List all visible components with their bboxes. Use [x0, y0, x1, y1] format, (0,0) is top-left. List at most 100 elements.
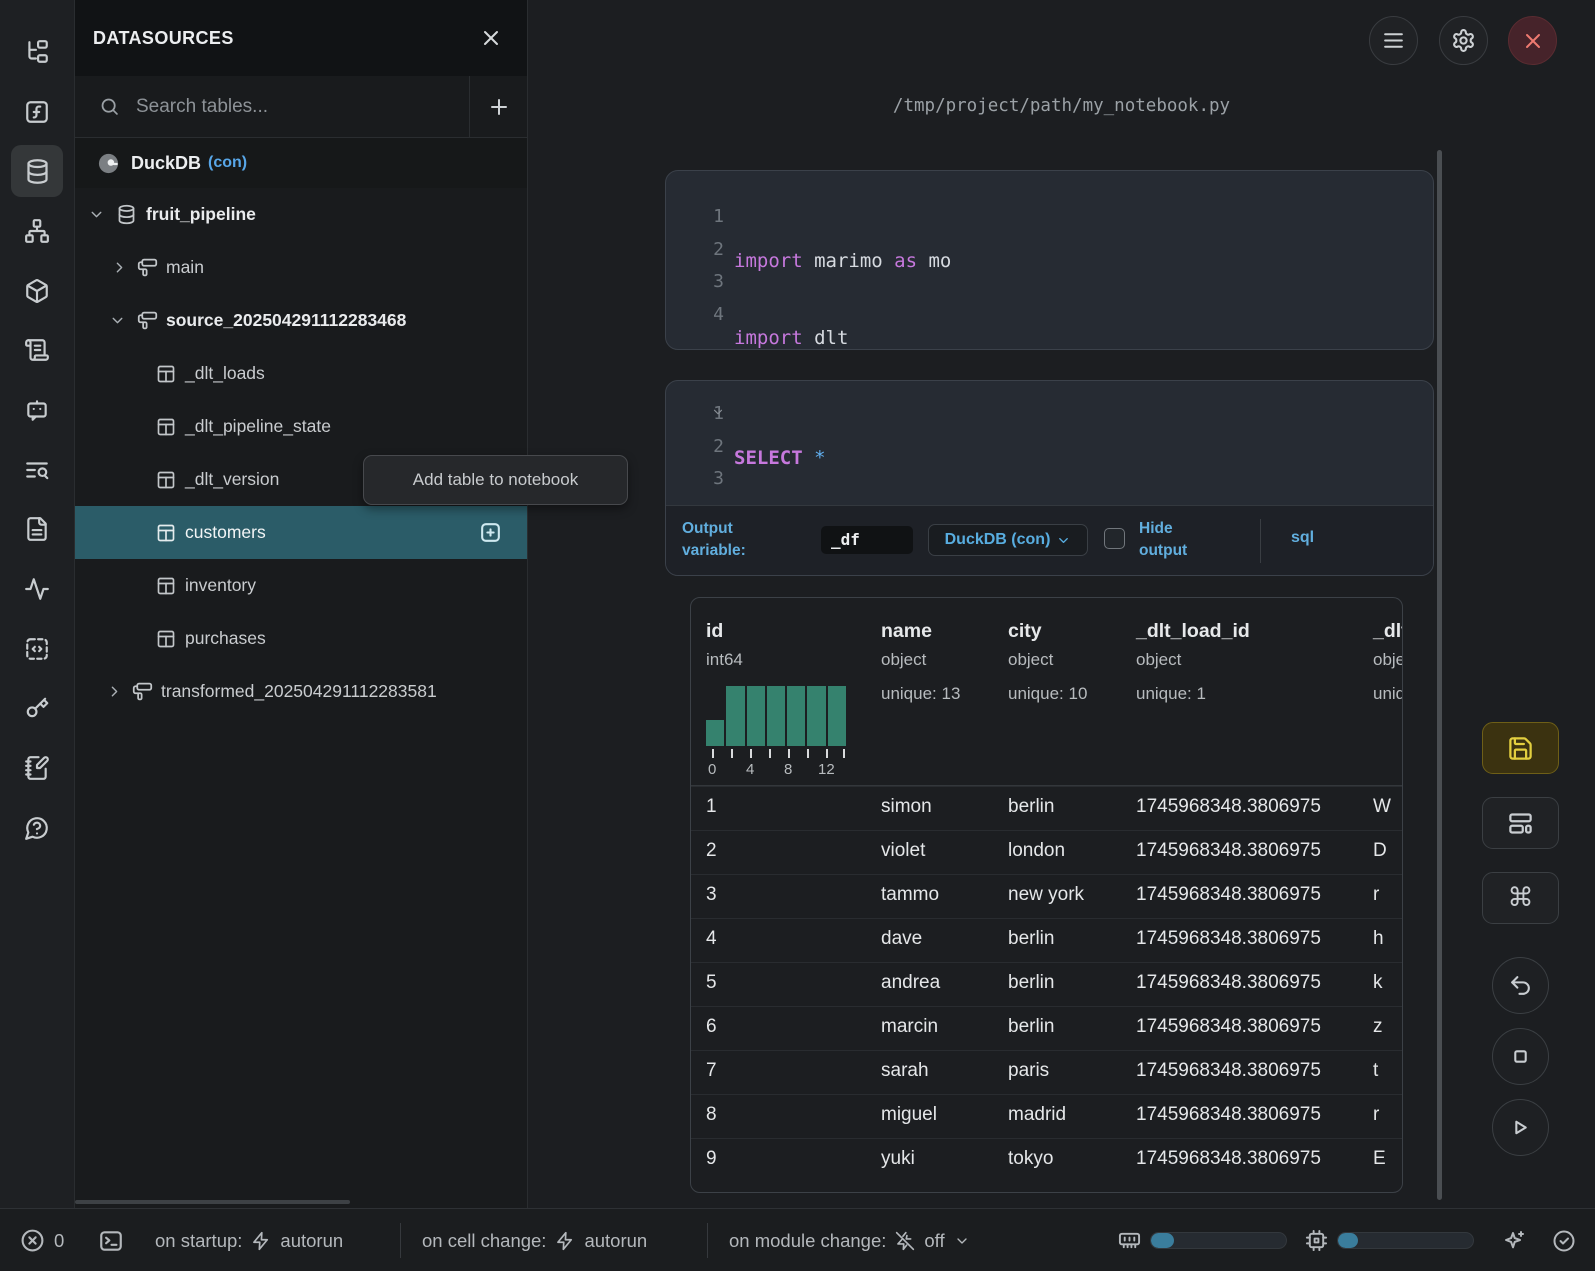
table-row[interactable]: 8miguelmadrid1745968348.3806975r [691, 1094, 1402, 1138]
close-icon [1521, 29, 1545, 53]
tree-item-table[interactable]: _dlt_pipeline_state [75, 400, 527, 453]
save-button[interactable] [1482, 722, 1559, 774]
activity-icon[interactable] [11, 563, 63, 615]
activity-rail [0, 0, 75, 1208]
table-row[interactable]: 7sarahparis1745968348.3806975t [691, 1050, 1402, 1094]
menu-icon [1381, 28, 1406, 53]
search-icon [99, 96, 120, 117]
tree-item-schema[interactable]: main [75, 241, 527, 294]
marimo-window: DATASOURCES DuckDB (con) fruit_pipeline … [0, 0, 1595, 1271]
code-editor[interactable]: import marimo as mo import dlt pipeline … [734, 201, 1425, 350]
table-row[interactable]: 9yukitokyo1745968348.3806975E [691, 1138, 1402, 1182]
play-icon [1508, 1115, 1533, 1140]
snippets-icon[interactable] [11, 623, 63, 675]
on-module-change-setting[interactable]: on module change: off [729, 1209, 970, 1271]
engine-dropdown[interactable]: DuckDB (con) [928, 524, 1088, 556]
tree-item-database[interactable]: fruit_pipeline [75, 188, 527, 241]
help-icon[interactable] [11, 802, 63, 854]
add-table-to-notebook-button[interactable] [478, 520, 503, 545]
sparkles-icon [1502, 1229, 1526, 1253]
documentation-icon[interactable] [11, 503, 63, 555]
tree-item-schema[interactable]: source_202504291112283468 [75, 294, 527, 347]
file-tree-icon[interactable] [11, 26, 63, 78]
sql-cell[interactable]: 1 2 3 SELECT * FROM source_2025042911122… [665, 380, 1434, 576]
id-histogram [706, 686, 846, 746]
terminal-button[interactable] [98, 1209, 124, 1271]
chevron-down-icon[interactable] [88, 206, 105, 223]
connection-row-duckdb[interactable]: DuckDB (con) [75, 138, 527, 188]
chevron-right-icon[interactable] [111, 259, 128, 276]
tree-item-table[interactable]: purchases [75, 612, 527, 665]
on-cell-change-setting[interactable]: on cell change: autorun [422, 1209, 647, 1271]
tree-item-schema[interactable]: transformed_202504291112283581 [75, 665, 527, 718]
secrets-key-icon[interactable] [11, 682, 63, 734]
datasources-icon[interactable] [11, 145, 63, 197]
errors-indicator[interactable]: 0 [20, 1209, 64, 1271]
stop-button[interactable] [1492, 1028, 1549, 1085]
line-numbers: 1 2 3 [666, 381, 724, 496]
output-variable-input[interactable]: _df [821, 526, 913, 554]
table-row[interactable]: 5andreaberlin1745968348.3806975k [691, 962, 1402, 1006]
terminal-icon [98, 1228, 124, 1254]
panel-title: DATASOURCES [93, 28, 479, 49]
scroll-log-icon[interactable] [11, 324, 63, 376]
database-icon [116, 204, 137, 225]
schema-icon [137, 310, 158, 331]
vertical-scrollbar[interactable] [1437, 150, 1442, 1200]
connection-status[interactable] [1552, 1209, 1576, 1271]
horizontal-scrollbar[interactable] [75, 1200, 350, 1204]
table-row[interactable]: 6marcinberlin1745968348.3806975z [691, 1006, 1402, 1050]
python-cell[interactable]: 1 2 3 4 import marimo as mo import dlt p… [665, 170, 1434, 350]
hide-output-label: Hide output [1139, 518, 1209, 563]
undo-button[interactable] [1492, 957, 1549, 1014]
panel-layout-icon [1507, 810, 1534, 837]
add-datasource-button[interactable] [470, 76, 527, 138]
search-input[interactable] [134, 95, 469, 119]
duckdb-logo-icon [97, 152, 120, 175]
functions-icon[interactable] [11, 86, 63, 138]
line-numbers: 1 2 3 4 [666, 171, 724, 331]
menu-button[interactable] [1369, 16, 1418, 65]
table-row[interactable]: 1simonberlin1745968348.3806975W [691, 786, 1402, 830]
keyboard-shortcuts-button[interactable]: ⌘ [1482, 872, 1559, 924]
dependencies-icon[interactable] [11, 205, 63, 257]
tree-item-table[interactable]: _dlt_loads [75, 347, 527, 400]
packages-icon[interactable] [11, 265, 63, 317]
ram-icon [1118, 1229, 1141, 1252]
chevron-down-icon[interactable] [109, 312, 126, 329]
hide-output-checkbox[interactable] [1104, 528, 1125, 549]
fold-chevron-icon[interactable] [711, 405, 725, 419]
close-panel-icon[interactable] [479, 26, 503, 50]
chevron-right-icon[interactable] [106, 683, 123, 700]
table-row[interactable]: 4daveberlin1745968348.3806975h [691, 918, 1402, 962]
divider [400, 1223, 401, 1258]
table-search-bar [75, 76, 527, 138]
chevron-down-icon [1056, 533, 1071, 548]
shutdown-button[interactable] [1508, 16, 1557, 65]
tree-item-table-customers-selected[interactable]: customers [75, 506, 527, 559]
table-icon [156, 629, 176, 649]
output-variable-label: Output variable: [682, 518, 772, 563]
table-row[interactable]: 2violetlondon1745968348.3806975D [691, 830, 1402, 874]
chevron-down-icon [954, 1233, 970, 1249]
schema-icon [132, 681, 153, 702]
settings-button[interactable] [1439, 16, 1488, 65]
connection-name: DuckDB [131, 153, 201, 174]
ram-usage[interactable] [1118, 1209, 1287, 1271]
gear-icon [1451, 28, 1476, 53]
table-row[interactable]: 3tammonew york1745968348.3806975r [691, 874, 1402, 918]
command-icon: ⌘ [1508, 883, 1534, 913]
undo-icon [1508, 973, 1533, 998]
run-button[interactable] [1492, 1099, 1549, 1156]
ai-assist-button[interactable] [1502, 1209, 1526, 1271]
assistant-bot-icon[interactable] [11, 384, 63, 436]
log-search-icon[interactable] [11, 444, 63, 496]
scratchpad-icon[interactable] [11, 742, 63, 794]
on-startup-setting[interactable]: on startup: autorun [155, 1209, 343, 1271]
panel-layout-button[interactable] [1482, 797, 1559, 849]
tree-item-table[interactable]: inventory [75, 559, 527, 612]
histogram-ticks [706, 749, 846, 758]
table-header: id int64 0 4 8 12 name object [691, 598, 1402, 786]
cpu-usage[interactable] [1305, 1209, 1474, 1271]
table-icon [156, 576, 176, 596]
